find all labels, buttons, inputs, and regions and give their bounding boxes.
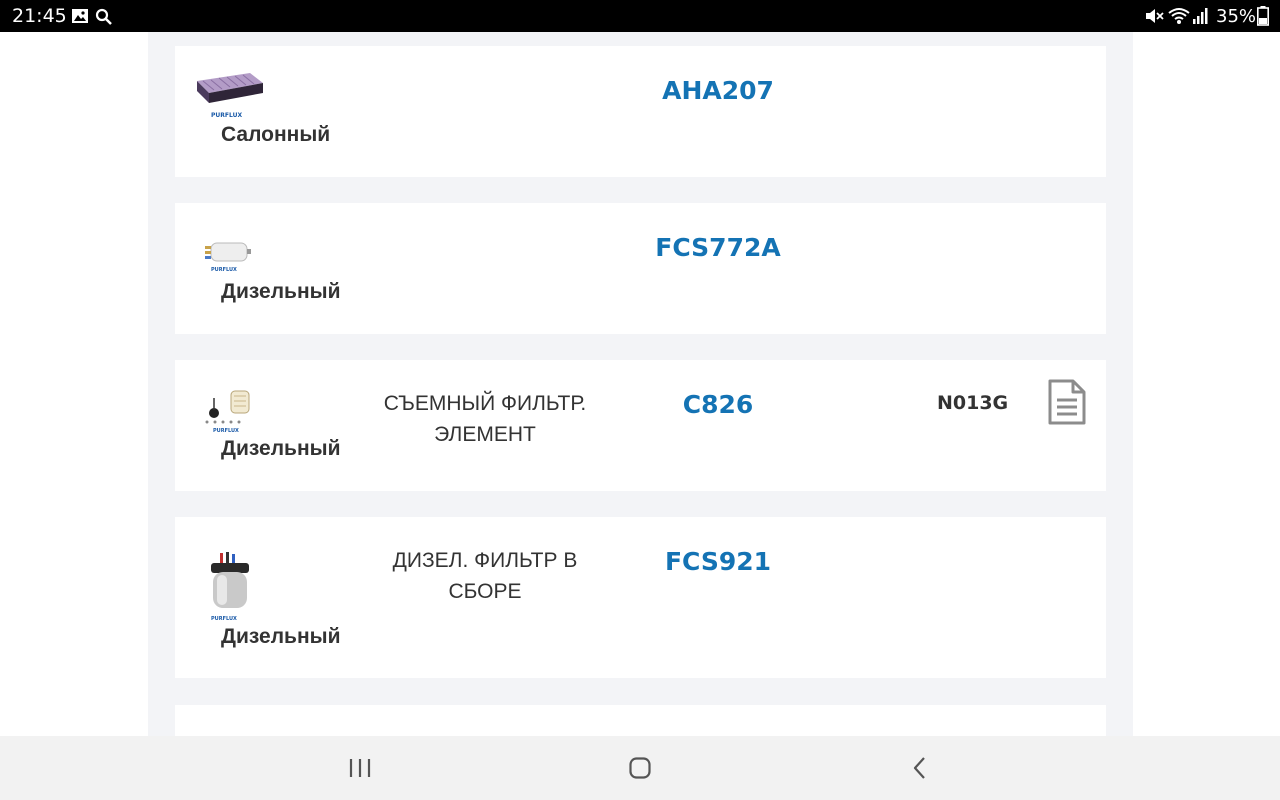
product-description: СЪЕМНЫЙ ФИЛЬТР. ЭЛЕМЕНТ (355, 388, 615, 450)
part-number-link[interactable]: FCS772A (618, 233, 818, 262)
home-button[interactable] (610, 736, 670, 800)
back-icon (913, 757, 925, 779)
description-line: СЪЕМНЫЙ ФИЛЬТР. (383, 392, 587, 415)
clock: 21:45 (12, 5, 67, 27)
product-card[interactable]: PURFLUX Дизельный ДИЗЕЛ. ФИЛЬТР В СБОРЕ … (175, 517, 1106, 678)
part-number-link[interactable]: FCS921 (618, 547, 818, 576)
filter-type-label: Дизельный (221, 280, 341, 303)
svg-text:PURFLUX: PURFLUX (211, 112, 242, 119)
filter-type-label: Дизельный (221, 625, 341, 648)
battery-level: 35% (1216, 6, 1257, 27)
product-description: ДИЗЕЛ. ФИЛЬТР В СБОРЕ (355, 545, 615, 607)
description-line: ЭЛЕМЕНТ (434, 423, 536, 446)
part-number-link[interactable]: C826 (618, 390, 818, 419)
status-bar: 21:45 35% (0, 0, 1280, 32)
product-list-panel[interactable]: PURFLUX Салонный AHA207 PURFLUX Дизельны… (148, 32, 1133, 736)
document-icon[interactable] (1046, 378, 1088, 426)
battery-icon (1257, 6, 1269, 26)
recent-apps-button[interactable] (330, 736, 390, 800)
recent-apps-icon (349, 759, 371, 777)
product-card[interactable]: PURFLUX Дизельный FCS772A (175, 203, 1106, 334)
image-icon (72, 9, 88, 23)
description-line: ДИЗЕЛ. ФИЛЬТР В СБОРЕ (392, 549, 578, 603)
filter-assembly-thumbnail: PURFLUX (211, 552, 249, 622)
filter-type-label: Салонный (221, 123, 331, 146)
mute-icon (1146, 9, 1164, 23)
home-icon (629, 757, 651, 779)
wifi-icon (1168, 8, 1190, 24)
svg-text:PURFLUX: PURFLUX (213, 428, 239, 434)
cabin-filter-thumbnail: PURFLUX (197, 73, 263, 119)
product-card[interactable]: PURFLUX Дизельный СЪЕМНЫЙ ФИЛЬТР. ЭЛЕМЕН… (175, 360, 1106, 491)
svg-text:PURFLUX: PURFLUX (211, 616, 237, 622)
product-card[interactable] (175, 705, 1106, 736)
svg-text:PURFLUX: PURFLUX (211, 267, 237, 273)
back-button[interactable] (890, 736, 950, 800)
search-icon (95, 8, 112, 25)
filter-element-thumbnail: PURFLUX (205, 390, 250, 434)
signal-icon (1193, 8, 1208, 24)
filter-type-label: Дизельный (221, 437, 341, 460)
oe-code: N013G (937, 392, 1009, 414)
product-card[interactable]: PURFLUX Салонный AHA207 (175, 46, 1106, 177)
navigation-bar (0, 736, 1280, 800)
part-number-link[interactable]: AHA207 (618, 76, 818, 105)
fuel-filter-thumbnail: PURFLUX (205, 242, 251, 273)
